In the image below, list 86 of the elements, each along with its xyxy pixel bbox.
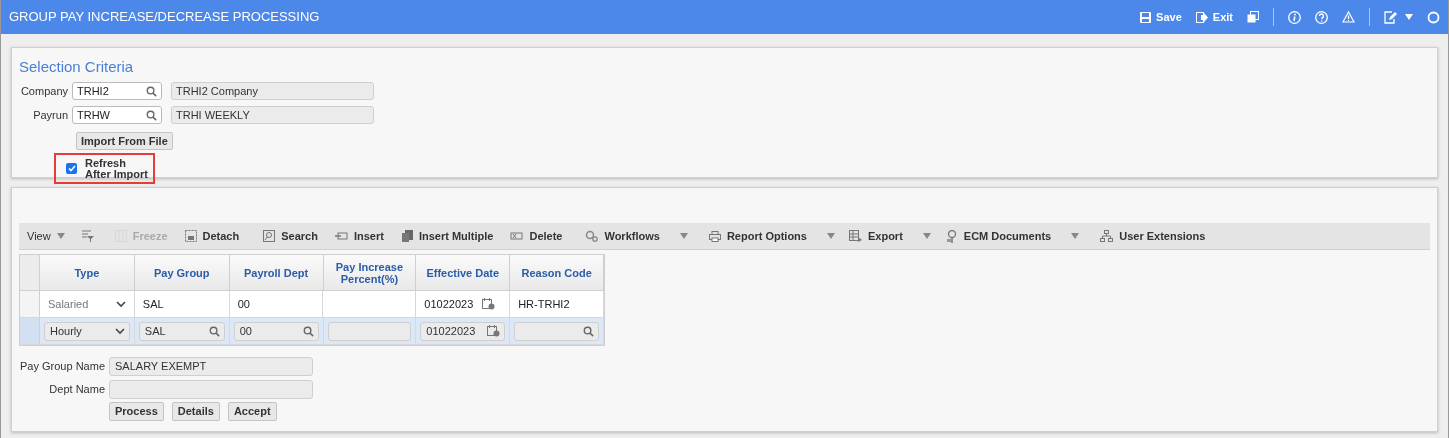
- toolbar-button[interactable]: Insert: [334, 227, 384, 245]
- toolbar-button[interactable]: ECM Documents: [945, 227, 1080, 245]
- toolbar-button[interactable]: Delete: [510, 227, 563, 245]
- pin-icon: [945, 229, 958, 243]
- search-icon: [302, 325, 314, 337]
- field-label: Dept Name: [48, 381, 106, 397]
- table-row[interactable]: Salaried SAL 00 01022023 HR-TRHI2: [20, 291, 604, 318]
- table-row[interactable]: Hourly SAL 00 01022023: [20, 318, 604, 345]
- edit-menu-button[interactable]: [1384, 10, 1413, 24]
- lookup-field[interactable]: TRHW: [72, 106, 162, 124]
- caret-icon: [1405, 14, 1413, 20]
- search-icon: [583, 325, 595, 337]
- import-from-file-button[interactable]: Import From File: [76, 132, 173, 150]
- search-icon: [146, 85, 157, 97]
- printer-icon: [708, 230, 721, 242]
- column-header[interactable]: Pay Group: [134, 255, 230, 290]
- caret-icon: [826, 233, 835, 239]
- row-handle[interactable]: [20, 318, 40, 344]
- help-icon[interactable]: [1315, 10, 1328, 24]
- field-label: Payrun: [32, 107, 69, 123]
- search-icon: [146, 109, 157, 121]
- action-button[interactable]: Accept: [227, 402, 277, 421]
- gears-icon: [585, 230, 599, 242]
- table-cell-text: HR-TRHI2: [518, 296, 570, 312]
- caret-icon: [56, 233, 65, 239]
- toolbar-button[interactable]: Export: [848, 227, 931, 245]
- calendar-icon: [487, 325, 501, 337]
- refresh-icon[interactable]: [1427, 10, 1440, 24]
- search-icon: [263, 230, 276, 242]
- table-cell-text: 00: [237, 296, 250, 312]
- detach-icon: [184, 230, 197, 242]
- info-icon[interactable]: [1288, 10, 1301, 24]
- payroll-dept-field[interactable]: 00: [233, 321, 319, 341]
- toolbar-button[interactable]: Detach: [184, 227, 240, 245]
- spreadsheet-icon: [848, 230, 862, 242]
- type-dropdown[interactable]: Salaried: [47, 295, 126, 313]
- description-field: TRHI WEEKLY: [171, 106, 374, 124]
- toolbar-button[interactable]: Search: [263, 227, 318, 245]
- action-button[interactable]: Process: [109, 402, 164, 421]
- field-label: Company: [19, 83, 69, 99]
- copy-icon[interactable]: [1247, 11, 1259, 23]
- table-cell-text: SAL: [142, 296, 164, 312]
- caret-icon: [1071, 233, 1080, 239]
- check-icon: [67, 165, 76, 172]
- toolbar-button[interactable]: Insert Multiple: [401, 227, 494, 245]
- insert-row-icon: [334, 231, 348, 241]
- calendar-icon: [482, 298, 496, 310]
- column-header[interactable]: Pay Increase Percent(%): [323, 255, 417, 290]
- copy-icon: [401, 230, 413, 242]
- lookup-field[interactable]: TRHI2: [72, 82, 162, 100]
- reason-code-field[interactable]: [514, 321, 600, 341]
- toolbar-button[interactable]: Workflows: [585, 227, 688, 245]
- delete-row-icon: [510, 231, 524, 241]
- warning-icon[interactable]: [1342, 11, 1355, 23]
- checkbox[interactable]: [66, 163, 77, 174]
- action-button[interactable]: Details: [171, 402, 220, 421]
- exit-icon: [1195, 11, 1208, 23]
- toolbar-button[interactable]: User Extensions: [1100, 227, 1206, 245]
- effective-date-field[interactable]: 01022023: [420, 321, 506, 341]
- search-icon: [208, 325, 220, 337]
- readonly-field: SALARY EXEMPT: [109, 356, 313, 376]
- column-header[interactable]: Type: [39, 255, 135, 290]
- percent-field[interactable]: [327, 321, 412, 341]
- toolbar-button[interactable]: View: [27, 227, 65, 245]
- row-handle[interactable]: [20, 291, 40, 317]
- type-dropdown[interactable]: Hourly: [43, 321, 130, 341]
- edit-icon: [1384, 10, 1397, 24]
- hierarchy-icon: [1100, 230, 1114, 242]
- description-field: TRHI2 Company: [171, 82, 374, 100]
- section-title: Selection Criteria: [19, 58, 135, 76]
- field-label: Pay Group Name: [19, 358, 106, 374]
- window-title: GROUP PAY INCREASE/DECREASE PROCESSING: [9, 8, 321, 27]
- caret-icon: [679, 233, 688, 239]
- column-header[interactable]: Effective Date: [416, 255, 511, 290]
- pay-group-field[interactable]: SAL: [138, 321, 225, 341]
- chevron-icon: [115, 300, 126, 308]
- caret-icon: [922, 233, 931, 239]
- table-cell-text: 01022023: [424, 296, 475, 312]
- date-picker-button[interactable]: [482, 298, 496, 310]
- checkbox-label: Refresh After Import: [85, 157, 149, 180]
- filter-button[interactable]: [80, 230, 94, 242]
- chevron-icon: [114, 327, 125, 335]
- toolbar-button[interactable]: Report Options: [708, 227, 835, 245]
- column-header[interactable]: Payroll Dept: [229, 255, 324, 290]
- column-header[interactable]: Reason Code: [510, 255, 605, 290]
- filter-icon: [80, 230, 94, 242]
